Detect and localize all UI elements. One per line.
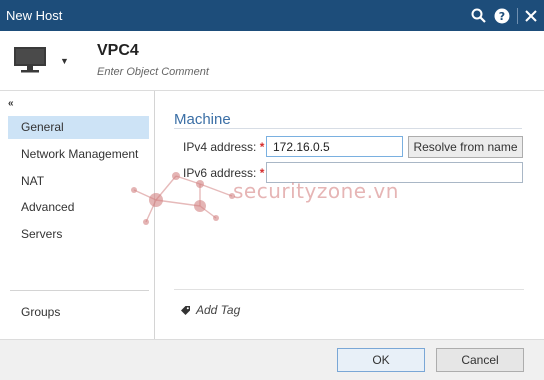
sidebar-item-network-management[interactable]: Network Management: [8, 143, 149, 166]
title-bar: New Host ?: [0, 0, 544, 31]
search-icon[interactable]: [467, 5, 489, 27]
host-icon[interactable]: [13, 46, 47, 73]
object-name[interactable]: VPC4: [97, 42, 139, 60]
sidebar: « General Network Management NAT Advance…: [0, 91, 155, 340]
resolve-from-name-button[interactable]: Resolve from name: [408, 136, 523, 158]
svg-text:?: ?: [499, 10, 505, 23]
collapse-sidebar-icon[interactable]: «: [8, 98, 14, 109]
dialog-body: « General Network Management NAT Advance…: [0, 90, 544, 340]
sidebar-item-general[interactable]: General: [8, 116, 149, 139]
window-title: New Host: [6, 8, 63, 23]
ipv4-address-input[interactable]: [266, 136, 403, 157]
cancel-button[interactable]: Cancel: [436, 348, 524, 372]
sidebar-item-servers[interactable]: Servers: [8, 223, 149, 246]
watermark-text: securityzone.vn: [233, 179, 399, 203]
ipv4-label-text: IPv4 address:: [183, 140, 257, 154]
help-icon[interactable]: ?: [491, 5, 513, 27]
tags-divider: [174, 289, 524, 290]
ipv6-label: IPv6 address: *: [183, 166, 264, 180]
ok-button[interactable]: OK: [337, 348, 425, 372]
chevron-down-icon[interactable]: ▼: [60, 56, 69, 66]
tag-icon: [181, 305, 190, 315]
close-icon[interactable]: [520, 5, 542, 27]
sidebar-item-advanced[interactable]: Advanced: [8, 196, 149, 219]
ipv4-label: IPv4 address: *: [183, 140, 264, 154]
general-panel: Machine IPv4 address: * Resolve from nam…: [156, 91, 544, 340]
dialog-footer: OK Cancel: [0, 339, 544, 380]
add-tag-link[interactable]: Add Tag: [180, 303, 240, 317]
ipv6-label-text: IPv6 address:: [183, 166, 257, 180]
object-header: ▼ VPC4 Enter Object Comment: [0, 31, 544, 90]
section-title-machine: Machine: [174, 111, 231, 128]
required-marker: *: [259, 140, 265, 154]
titlebar-divider: [517, 7, 518, 24]
object-comment-field[interactable]: Enter Object Comment: [97, 66, 209, 78]
section-divider: [174, 128, 522, 129]
sidebar-item-groups[interactable]: Groups: [8, 301, 149, 324]
required-marker: *: [259, 166, 265, 180]
sidebar-divider: [10, 290, 149, 291]
sidebar-item-nat[interactable]: NAT: [8, 170, 149, 193]
add-tag-label: Add Tag: [196, 303, 241, 317]
